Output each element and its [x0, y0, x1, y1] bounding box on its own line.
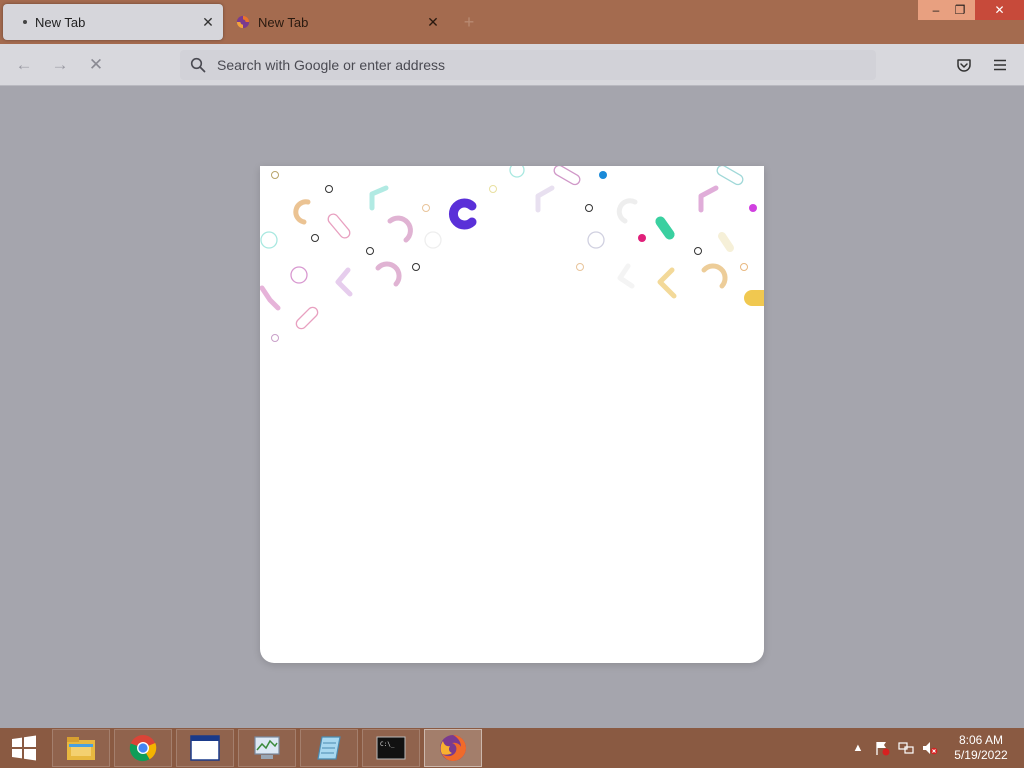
taskbar-chrome[interactable] — [114, 729, 172, 767]
search-icon — [190, 57, 206, 73]
chrome-icon — [129, 735, 157, 762]
back-arrow-icon: ← — [15, 55, 33, 74]
notepad-icon — [317, 736, 341, 760]
file-explorer-icon — [67, 737, 95, 760]
show-hidden-icons-icon[interactable]: ▲ — [850, 740, 866, 756]
taskbar-notepad[interactable] — [300, 729, 358, 767]
tab-close-icon[interactable]: ✕ — [197, 11, 219, 33]
forward-arrow-icon: → — [51, 55, 69, 74]
close-window-button[interactable]: ✕ — [975, 0, 1024, 20]
windows-taskbar: C:\_ ▲ 8:06 AM 5/19/2022 — [0, 728, 1024, 768]
title-bar: New Tab ✕ New Tab ✕ + – ❐ ✕ — [0, 0, 1024, 44]
taskbar-firefox[interactable] — [424, 729, 482, 767]
system-tray: ▲ — [850, 728, 946, 768]
clock-time: 8:06 AM — [958, 733, 1004, 747]
tab-new-tab[interactable]: New Tab ✕ — [228, 4, 448, 40]
action-center-flag-icon[interactable] — [874, 740, 890, 756]
address-bar[interactable] — [180, 50, 876, 80]
taskbar-task-manager[interactable] — [238, 729, 296, 767]
task-manager-icon — [254, 736, 280, 759]
volume-muted-icon[interactable] — [922, 740, 938, 756]
system-clock[interactable]: 8:06 AM 5/19/2022 — [948, 733, 1014, 763]
command-prompt-icon: C:\_ — [376, 736, 406, 760]
new-tab-button[interactable]: + — [459, 12, 479, 32]
clock-date: 5/19/2022 — [954, 748, 1008, 762]
network-icon[interactable] — [898, 740, 914, 756]
tab-new-tab-active[interactable]: New Tab ✕ — [3, 4, 223, 40]
confetti-decoration — [260, 166, 764, 342]
url-input[interactable] — [215, 56, 819, 74]
welcome-dialog[interactable] — [260, 166, 764, 663]
stop-button[interactable]: ✕ — [83, 52, 109, 78]
tab-label: New Tab — [258, 14, 309, 30]
stop-icon: ✕ — [88, 55, 104, 74]
navigation-toolbar: ← → ✕ — [0, 44, 1024, 86]
start-button[interactable] — [0, 728, 48, 768]
restore-button[interactable]: ❐ — [945, 0, 975, 20]
taskbar-file-explorer[interactable] — [52, 729, 110, 767]
firefox-icon — [440, 735, 466, 761]
back-button[interactable]: ← — [11, 52, 37, 78]
svg-text:C:\_: C:\_ — [380, 741, 395, 748]
forward-button[interactable]: → — [47, 52, 73, 78]
pocket-icon[interactable] — [955, 56, 973, 74]
firefox-favicon-icon — [236, 15, 250, 29]
taskbar-command-prompt[interactable]: C:\_ — [362, 729, 420, 767]
taskbar-window-app[interactable] — [176, 729, 234, 767]
tab-close-icon[interactable]: ✕ — [422, 11, 444, 33]
tab-loading-indicator-icon — [23, 20, 27, 24]
window-app-icon — [190, 735, 220, 761]
page-content-overlay — [0, 86, 1024, 728]
windows-logo-icon — [12, 735, 36, 761]
menu-icon[interactable] — [991, 56, 1009, 74]
tab-label: New Tab — [35, 14, 86, 30]
